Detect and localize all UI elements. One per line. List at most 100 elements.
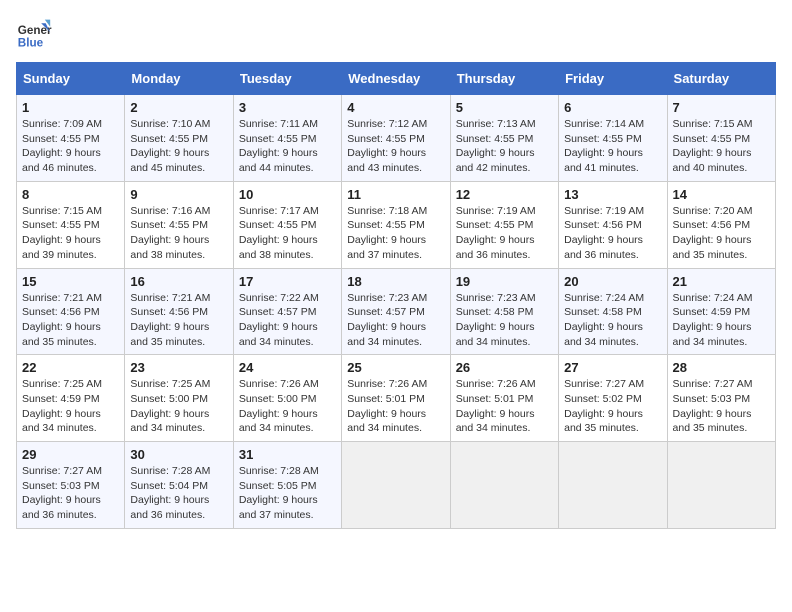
weekday-header-monday: Monday <box>125 63 233 95</box>
calendar-week-row: 22 Sunrise: 7:25 AMSunset: 4:59 PMDayligh… <box>17 355 776 442</box>
day-detail: Sunrise: 7:24 AMSunset: 4:58 PMDaylight:… <box>564 291 661 350</box>
day-number: 24 <box>239 360 336 375</box>
calendar-cell: 17 Sunrise: 7:22 AMSunset: 4:57 PMDayligh… <box>233 268 341 355</box>
weekday-header-tuesday: Tuesday <box>233 63 341 95</box>
calendar-cell: 13 Sunrise: 7:19 AMSunset: 4:56 PMDayligh… <box>559 181 667 268</box>
day-detail: Sunrise: 7:26 AMSunset: 5:00 PMDaylight:… <box>239 377 336 436</box>
calendar-cell: 25Sunrise: 7:26 AMSunset: 5:01 PMDayligh… <box>342 355 450 442</box>
day-detail: Sunrise: 7:24 AMSunset: 4:59 PMDaylight:… <box>673 291 770 350</box>
day-detail: Sunrise: 7:25 AMSunset: 4:59 PMDaylight:… <box>22 377 119 436</box>
calendar-cell: 21 Sunrise: 7:24 AMSunset: 4:59 PMDayligh… <box>667 268 775 355</box>
day-number: 20 <box>564 274 661 289</box>
page-header: General Blue <box>16 16 776 52</box>
day-detail: Sunrise: 7:26 AMSunset: 5:01 PMDaylight:… <box>456 377 553 436</box>
day-detail: Sunrise: 7:19 AMSunset: 4:55 PMDaylight:… <box>456 204 553 263</box>
day-number: 22 <box>22 360 119 375</box>
day-number: 12 <box>456 187 553 202</box>
day-number: 6 <box>564 100 661 115</box>
day-detail: Sunrise: 7:27 AMSunset: 5:03 PMDaylight:… <box>22 464 119 523</box>
calendar-cell: 14 Sunrise: 7:20 AMSunset: 4:56 PMDayligh… <box>667 181 775 268</box>
calendar-week-row: 15 Sunrise: 7:21 AMSunset: 4:56 PMDayligh… <box>17 268 776 355</box>
day-number: 2 <box>130 100 227 115</box>
calendar-cell: 22 Sunrise: 7:25 AMSunset: 4:59 PMDayligh… <box>17 355 125 442</box>
calendar-cell <box>450 442 558 529</box>
day-detail: Sunrise: 7:17 AMSunset: 4:55 PMDaylight:… <box>239 204 336 263</box>
logo-icon: General Blue <box>16 16 52 52</box>
day-number: 5 <box>456 100 553 115</box>
day-detail: Sunrise: 7:21 AMSunset: 4:56 PMDaylight:… <box>22 291 119 350</box>
weekday-header-saturday: Saturday <box>667 63 775 95</box>
calendar-cell: 7 Sunrise: 7:15 AMSunset: 4:55 PMDaylight… <box>667 95 775 182</box>
day-detail: Sunrise: 7:20 AMSunset: 4:56 PMDaylight:… <box>673 204 770 263</box>
day-detail: Sunrise: 7:14 AMSunset: 4:55 PMDaylight:… <box>564 117 661 176</box>
day-number: 18 <box>347 274 444 289</box>
day-number: 7 <box>673 100 770 115</box>
day-number: 29 <box>22 447 119 462</box>
calendar-week-row: 8 Sunrise: 7:15 AMSunset: 4:55 PMDaylight… <box>17 181 776 268</box>
calendar-cell: 29 Sunrise: 7:27 AMSunset: 5:03 PMDayligh… <box>17 442 125 529</box>
day-detail: Sunrise: 7:11 AMSunset: 4:55 PMDaylight:… <box>239 117 336 176</box>
day-number: 31 <box>239 447 336 462</box>
day-number: 15 <box>22 274 119 289</box>
day-number: 21 <box>673 274 770 289</box>
day-detail: Sunrise: 7:15 AMSunset: 4:55 PMDaylight:… <box>22 204 119 263</box>
calendar-cell <box>667 442 775 529</box>
day-detail: Sunrise: 7:22 AMSunset: 4:57 PMDaylight:… <box>239 291 336 350</box>
calendar-cell: 15 Sunrise: 7:21 AMSunset: 4:56 PMDayligh… <box>17 268 125 355</box>
day-detail: Sunrise: 7:28 AMSunset: 5:04 PMDaylight:… <box>130 464 227 523</box>
calendar-cell: 23 Sunrise: 7:25 AMSunset: 5:00 PMDayligh… <box>125 355 233 442</box>
day-number: 3 <box>239 100 336 115</box>
calendar-week-row: 1 Sunrise: 7:09 AMSunset: 4:55 PMDaylight… <box>17 95 776 182</box>
weekday-header-wednesday: Wednesday <box>342 63 450 95</box>
day-number: 27 <box>564 360 661 375</box>
calendar-cell <box>559 442 667 529</box>
day-detail: Sunrise: 7:21 AMSunset: 4:56 PMDaylight:… <box>130 291 227 350</box>
day-number: 17 <box>239 274 336 289</box>
day-number: 14 <box>673 187 770 202</box>
calendar-table: SundayMondayTuesdayWednesdayThursdayFrid… <box>16 62 776 529</box>
svg-text:Blue: Blue <box>18 37 44 50</box>
day-detail: Sunrise: 7:13 AMSunset: 4:55 PMDaylight:… <box>456 117 553 176</box>
day-number: 23 <box>130 360 227 375</box>
day-detail: Sunrise: 7:25 AMSunset: 5:00 PMDaylight:… <box>130 377 227 436</box>
day-detail: Sunrise: 7:23 AMSunset: 4:57 PMDaylight:… <box>347 291 444 350</box>
day-number: 10 <box>239 187 336 202</box>
day-number: 25 <box>347 360 444 375</box>
day-number: 30 <box>130 447 227 462</box>
calendar-cell: 5 Sunrise: 7:13 AMSunset: 4:55 PMDaylight… <box>450 95 558 182</box>
day-detail: Sunrise: 7:19 AMSunset: 4:56 PMDaylight:… <box>564 204 661 263</box>
calendar-cell <box>342 442 450 529</box>
day-number: 8 <box>22 187 119 202</box>
calendar-week-row: 29 Sunrise: 7:27 AMSunset: 5:03 PMDayligh… <box>17 442 776 529</box>
calendar-cell: 19Sunrise: 7:23 AMSunset: 4:58 PMDayligh… <box>450 268 558 355</box>
calendar-cell: 16 Sunrise: 7:21 AMSunset: 4:56 PMDayligh… <box>125 268 233 355</box>
day-number: 11 <box>347 187 444 202</box>
day-detail: Sunrise: 7:18 AMSunset: 4:55 PMDaylight:… <box>347 204 444 263</box>
day-number: 4 <box>347 100 444 115</box>
calendar-cell: 26 Sunrise: 7:26 AMSunset: 5:01 PMDayligh… <box>450 355 558 442</box>
day-number: 28 <box>673 360 770 375</box>
day-number: 1 <box>22 100 119 115</box>
weekday-header-friday: Friday <box>559 63 667 95</box>
day-detail: Sunrise: 7:16 AMSunset: 4:55 PMDaylight:… <box>130 204 227 263</box>
calendar-cell: 9Sunrise: 7:16 AMSunset: 4:55 PMDaylight… <box>125 181 233 268</box>
calendar-cell: 28 Sunrise: 7:27 AMSunset: 5:03 PMDayligh… <box>667 355 775 442</box>
day-detail: Sunrise: 7:28 AMSunset: 5:05 PMDaylight:… <box>239 464 336 523</box>
day-detail: Sunrise: 7:10 AMSunset: 4:55 PMDaylight:… <box>130 117 227 176</box>
calendar-cell: 12 Sunrise: 7:19 AMSunset: 4:55 PMDayligh… <box>450 181 558 268</box>
calendar-cell: 20 Sunrise: 7:24 AMSunset: 4:58 PMDayligh… <box>559 268 667 355</box>
calendar-cell: 10 Sunrise: 7:17 AMSunset: 4:55 PMDayligh… <box>233 181 341 268</box>
logo: General Blue <box>16 16 52 52</box>
day-number: 13 <box>564 187 661 202</box>
weekday-header-thursday: Thursday <box>450 63 558 95</box>
weekday-header-row: SundayMondayTuesdayWednesdayThursdayFrid… <box>17 63 776 95</box>
day-detail: Sunrise: 7:15 AMSunset: 4:55 PMDaylight:… <box>673 117 770 176</box>
calendar-cell: 6 Sunrise: 7:14 AMSunset: 4:55 PMDaylight… <box>559 95 667 182</box>
weekday-header-sunday: Sunday <box>17 63 125 95</box>
day-number: 26 <box>456 360 553 375</box>
day-number: 16 <box>130 274 227 289</box>
day-detail: Sunrise: 7:09 AMSunset: 4:55 PMDaylight:… <box>22 117 119 176</box>
calendar-cell: 3 Sunrise: 7:11 AMSunset: 4:55 PMDaylight… <box>233 95 341 182</box>
calendar-cell: 18 Sunrise: 7:23 AMSunset: 4:57 PMDayligh… <box>342 268 450 355</box>
day-detail: Sunrise: 7:27 AMSunset: 5:03 PMDaylight:… <box>673 377 770 436</box>
